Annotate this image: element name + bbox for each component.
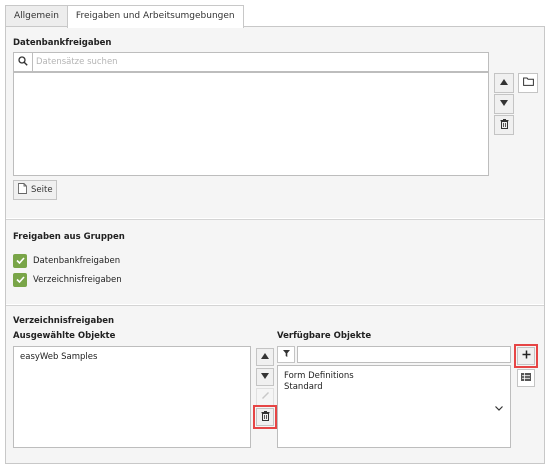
check-icon[interactable] xyxy=(13,272,27,287)
group-mounts-title: Freigaben aus Gruppen xyxy=(13,232,125,242)
arrow-down-icon xyxy=(261,372,269,382)
delete-button[interactable] xyxy=(494,115,514,135)
tab-mounts-workspaces[interactable]: Freigaben und Arbeitsumgebungen xyxy=(66,5,244,28)
available-items-list[interactable]: Form Definitions Standard xyxy=(277,365,511,448)
page-button-label: Seite xyxy=(31,185,53,195)
selected-items-list[interactable]: easyWeb Samples xyxy=(13,346,251,448)
filter-button[interactable] xyxy=(277,346,295,363)
check-icon[interactable] xyxy=(13,253,27,268)
file-mounts-title: Verzeichnisfreigaben xyxy=(13,316,115,326)
move-down-button[interactable] xyxy=(494,94,514,114)
checkbox-label: Datenbankfreigaben xyxy=(33,255,121,266)
tab-panel: Datenbankfreigaben Seite F xyxy=(5,26,545,464)
checkbox-label: Verzeichnisfreigaben xyxy=(33,274,122,285)
selected-items-title: Ausgewählte Objekte xyxy=(13,331,116,341)
pencil-icon xyxy=(261,391,270,403)
filter-icon xyxy=(282,349,290,360)
move-up-button[interactable] xyxy=(256,348,274,366)
list-icon xyxy=(521,372,531,384)
db-mounts-section: Datenbankfreigaben Seite xyxy=(6,27,544,218)
trash-icon xyxy=(500,118,509,132)
list-item[interactable]: easyWeb Samples xyxy=(20,352,244,363)
arrow-down-icon xyxy=(500,99,508,109)
group-mounts-section: Freigaben aus Gruppen Datenbankfreigaben… xyxy=(6,219,544,304)
list-item[interactable]: Form Definitions xyxy=(284,371,504,382)
db-mounts-search xyxy=(13,52,489,72)
move-down-button[interactable] xyxy=(256,368,274,386)
list-item[interactable]: Standard xyxy=(284,382,504,393)
file-mounts-section: Verzeichnisfreigaben Ausgewählte Objekte… xyxy=(6,305,544,463)
chevron-down-icon[interactable] xyxy=(495,404,503,414)
page-record-button[interactable]: Seite xyxy=(13,180,57,200)
db-mounts-title: Datenbankfreigaben xyxy=(13,38,112,48)
search-input[interactable] xyxy=(36,53,486,71)
browse-records-button[interactable] xyxy=(518,73,538,93)
add-item-button[interactable] xyxy=(514,344,538,368)
arrow-up-icon xyxy=(500,78,508,88)
search-icon xyxy=(18,55,28,69)
tab-general[interactable]: Allgemein xyxy=(5,5,68,27)
plus-icon xyxy=(522,350,531,362)
db-mounts-selected-list[interactable] xyxy=(13,72,489,176)
tab-bar: Allgemein Freigaben und Arbeitsumgebunge… xyxy=(5,5,244,28)
available-items-title: Verfügbare Objekte xyxy=(277,331,372,341)
checkbox-db-mounts[interactable]: Datenbankfreigaben xyxy=(13,253,163,268)
search-button[interactable] xyxy=(14,53,33,71)
filter-input[interactable] xyxy=(297,346,511,363)
delete-button[interactable] xyxy=(253,405,277,429)
list-view-button[interactable] xyxy=(517,369,535,387)
arrow-up-icon xyxy=(261,352,269,362)
edit-button[interactable] xyxy=(256,388,274,406)
folder-icon xyxy=(522,77,534,89)
trash-icon xyxy=(261,410,270,424)
page-icon xyxy=(18,183,27,197)
move-up-button[interactable] xyxy=(494,73,514,93)
checkbox-file-mounts[interactable]: Verzeichnisfreigaben xyxy=(13,272,163,287)
